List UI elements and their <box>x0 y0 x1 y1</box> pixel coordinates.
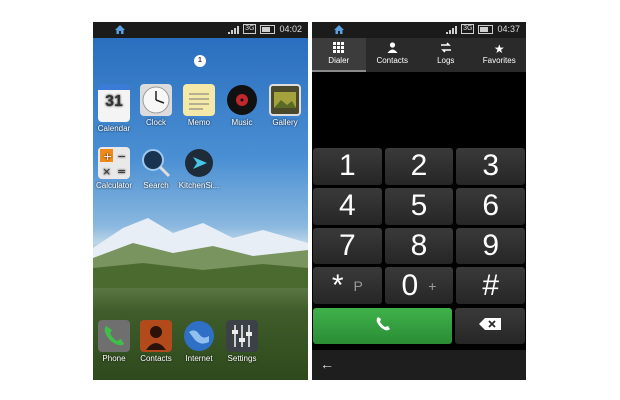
svg-text:+: + <box>103 150 112 163</box>
battery-icon <box>478 24 494 34</box>
logs-icon <box>419 42 473 56</box>
app-label: Clock <box>145 118 166 127</box>
key-2[interactable]: 2 <box>384 148 454 185</box>
number-display[interactable] <box>312 72 526 146</box>
globe-icon <box>183 320 215 352</box>
person-icon <box>366 42 420 56</box>
app-memo[interactable]: Memo <box>175 84 223 127</box>
memo-icon <box>183 84 215 116</box>
key-3[interactable]: 3 <box>456 148 525 185</box>
backspace-button[interactable] <box>455 308 525 344</box>
dock: Phone Contacts Internet Settings <box>93 318 308 380</box>
home-icon[interactable] <box>115 25 125 36</box>
signal-icon <box>446 25 458 34</box>
dock-internet[interactable]: Internet <box>175 320 223 363</box>
app-label: Gallery <box>272 118 298 127</box>
key-sub-label: + <box>428 277 437 294</box>
backspace-icon <box>479 317 502 335</box>
tab-label: Logs <box>437 56 455 65</box>
star-icon: ★ <box>493 42 505 56</box>
tab-logs[interactable]: Logs <box>419 38 473 72</box>
network-badge: 3G <box>461 24 475 34</box>
key-1[interactable]: 1 <box>313 148 382 185</box>
key-8[interactable]: 8 <box>384 227 454 265</box>
key-7[interactable]: 7 <box>313 227 382 265</box>
mountain-wallpaper-image <box>93 218 308 288</box>
key-6[interactable]: 6 <box>456 187 525 225</box>
dial-keypad: 1 2 3 4 5 6 7 8 9 * P 0 + # <box>312 146 526 306</box>
home-icon[interactable] <box>334 25 344 36</box>
app-label: Internet <box>185 354 213 363</box>
key-5[interactable]: 5 <box>384 187 454 225</box>
dialpad-icon <box>312 42 366 56</box>
settings-icon <box>226 320 258 352</box>
calculator-icon: + − × = <box>98 147 130 179</box>
dial-actions <box>312 308 526 344</box>
back-arrow-icon[interactable]: ← <box>320 356 334 372</box>
dialer-screen: 3G 04:37 Dialer Contacts Logs ★ Favorite… <box>312 22 526 380</box>
app-label: KitchenSi... <box>178 181 220 190</box>
key-4[interactable]: 4 <box>313 187 382 225</box>
svg-text:×: × <box>102 165 111 178</box>
app-search[interactable]: Search <box>132 147 180 190</box>
key-0[interactable]: 0 + <box>384 267 454 304</box>
app-kitchensink[interactable]: KitchenSi... <box>175 147 223 190</box>
clock-icon <box>140 84 172 116</box>
app-label: Music <box>231 118 253 127</box>
dialer-tabs: Dialer Contacts Logs ★ Favorites <box>312 38 526 72</box>
kitchensink-icon <box>183 147 215 179</box>
app-clock[interactable]: Clock <box>132 84 180 127</box>
battery-icon <box>260 24 276 34</box>
status-time: 04:02 <box>279 24 302 34</box>
status-bar: 3G 04:02 <box>93 22 308 38</box>
app-gallery[interactable]: Gallery <box>261 84 308 127</box>
app-label: Memo <box>187 118 211 127</box>
network-badge: 3G <box>243 24 257 34</box>
tab-contacts[interactable]: Contacts <box>366 38 420 72</box>
dock-contacts[interactable]: Contacts <box>132 320 180 363</box>
search-icon <box>140 147 172 179</box>
status-time: 04:37 <box>497 24 520 34</box>
call-button[interactable] <box>313 308 453 344</box>
app-label: Search <box>143 181 169 190</box>
music-icon <box>226 84 258 116</box>
app-label: Contacts <box>140 354 172 363</box>
status-bar: 3G 04:37 <box>312 22 526 38</box>
key-9[interactable]: 9 <box>456 227 525 265</box>
app-label: Settings <box>227 354 257 363</box>
phone-icon <box>98 320 130 352</box>
tab-label: Favorites <box>482 56 516 65</box>
tab-label: Contacts <box>376 56 409 65</box>
svg-text:−: − <box>117 150 126 163</box>
tab-dialer[interactable]: Dialer <box>312 38 366 72</box>
page-indicator[interactable]: 1 <box>194 55 206 67</box>
gallery-icon <box>269 84 301 116</box>
tab-favorites[interactable]: ★ Favorites <box>473 38 527 72</box>
svg-text:=: = <box>117 165 126 178</box>
calendar-icon: 31 <box>98 84 130 122</box>
key-star[interactable]: * P <box>313 267 382 304</box>
dock-settings[interactable]: Settings <box>218 320 266 363</box>
tab-label: Dialer <box>328 56 350 65</box>
phone-handset-icon <box>375 316 391 337</box>
bottom-bar: ← <box>312 350 526 380</box>
key-sub-label: P <box>353 277 363 294</box>
key-hash[interactable]: # <box>456 267 525 304</box>
signal-icon <box>228 25 240 34</box>
contacts-icon <box>140 320 172 352</box>
home-screen: 3G 04:02 1 31 Calendar Clock Memo Music … <box>93 22 308 380</box>
app-music[interactable]: Music <box>218 84 266 127</box>
